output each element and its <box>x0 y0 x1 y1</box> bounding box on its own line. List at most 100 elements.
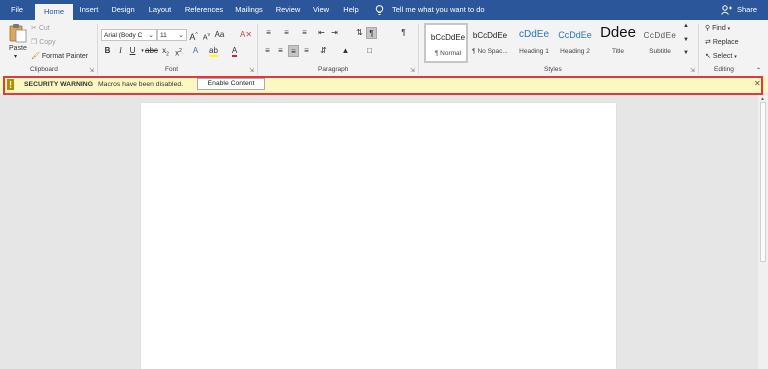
shrink-font-button[interactable]: Av <box>201 29 212 41</box>
style-normal[interactable]: bCcDdEe ¶ Normal <box>424 23 468 63</box>
numbering-icon[interactable]: ≡ <box>281 27 292 39</box>
tab-insert[interactable]: Insert <box>75 0 103 20</box>
justify-icon[interactable]: ≡ <box>301 45 312 57</box>
collapse-ribbon-icon[interactable]: ⌃ <box>756 67 761 74</box>
sort-icon[interactable]: ⇅ <box>354 27 365 39</box>
tab-mailings[interactable]: Mailings <box>232 0 266 20</box>
strikethrough-button[interactable]: abc <box>145 45 158 57</box>
tab-review[interactable]: Review <box>274 0 302 20</box>
paragraph-group-label: Paragraph <box>318 66 349 73</box>
format-painter-label: Format Painter <box>41 53 89 60</box>
paste-dropdown-icon[interactable]: ▾ <box>14 53 17 60</box>
tell-me-text: Tell me what you want to do <box>392 5 485 14</box>
paragraph-launcher-icon[interactable]: ⇲ <box>410 67 415 74</box>
bullets-icon[interactable]: ≡ <box>263 27 274 39</box>
tab-file[interactable]: File <box>4 0 30 20</box>
superscript-button[interactable]: x2 <box>173 45 184 58</box>
align-left-icon[interactable]: ≡ <box>262 45 273 57</box>
tab-design[interactable]: Design <box>108 0 138 20</box>
cut-button[interactable]: ✂ Cut <box>31 24 50 32</box>
style-heading-1-preview: cDdEe <box>518 29 549 40</box>
tab-help[interactable]: Help <box>340 0 362 20</box>
font-group-label: Font <box>165 66 179 73</box>
font-color-icon[interactable]: A <box>229 45 240 57</box>
editing-group-label: Editing <box>714 66 734 73</box>
copy-icon: ❐ <box>31 39 38 46</box>
find-label: Find <box>712 25 726 32</box>
align-center-icon[interactable]: ≡ <box>275 45 286 57</box>
ribbon-home: Paste ▾ ✂ Cut ❐ Copy 🖌 Format Painter Cl… <box>0 20 768 77</box>
chevron-up-icon[interactable]: ▲ <box>683 23 689 29</box>
replace-button[interactable]: ⇄ Replace <box>705 38 739 46</box>
share-label: Share <box>737 5 758 14</box>
style-heading-2[interactable]: CcDdEe Heading 2 <box>553 23 597 63</box>
style-normal-preview: bCcDdEe <box>430 33 466 42</box>
tab-references[interactable]: References <box>182 0 226 20</box>
highlight-outline <box>3 76 763 95</box>
clipboard-launcher-icon[interactable]: ⇲ <box>89 67 94 74</box>
copy-button[interactable]: ❐ Copy <box>31 38 56 46</box>
clipboard-group-label: Clipboard <box>30 66 58 73</box>
select-button[interactable]: ↖ Select ▾ <box>705 52 737 60</box>
increase-indent-icon[interactable]: ⇥ <box>329 27 340 39</box>
shading-icon[interactable]: ▲ <box>340 45 351 57</box>
style-title-name: Title <box>611 48 625 55</box>
paragraph-mark-icon[interactable]: ¶ <box>398 27 409 39</box>
change-case-button[interactable]: Aa <box>214 29 225 41</box>
font-name-value: Arial (Body C <box>104 32 143 39</box>
format-painter-button[interactable]: 🖌 Format Painter <box>31 52 88 60</box>
subscript-button[interactable]: x2 <box>160 45 171 58</box>
style-subtitle-name: Subtitle <box>649 48 671 55</box>
tab-layout[interactable]: Layout <box>144 0 176 20</box>
grow-font-button[interactable]: A^ <box>188 29 199 42</box>
align-right-icon[interactable]: ≡ <box>288 45 299 57</box>
style-title[interactable]: Ddee Title <box>596 23 640 63</box>
select-label: Select <box>712 53 733 60</box>
style-heading-1[interactable]: cDdEe Heading 1 <box>512 23 556 63</box>
scrollbar-thumb[interactable] <box>760 102 766 262</box>
show-hide-formatting-icon[interactable]: ¶ <box>366 27 377 39</box>
document-page[interactable] <box>141 103 616 369</box>
styles-launcher-icon[interactable]: ⇲ <box>690 67 695 74</box>
clear-formatting-icon[interactable]: A✕ <box>240 29 252 41</box>
style-title-preview: Ddee <box>600 24 636 41</box>
paste-label: Paste <box>9 45 27 52</box>
separator <box>257 24 258 74</box>
style-no-spacing[interactable]: bCcDdEe ¶ No Spac... <box>468 23 512 63</box>
tell-me-search[interactable]: Tell me what you want to do <box>375 0 485 20</box>
style-no-spacing-name: ¶ No Spac... <box>472 48 508 55</box>
replace-label: Replace <box>712 39 739 46</box>
tab-home[interactable]: Home <box>35 2 73 22</box>
styles-group-label: Styles <box>544 66 562 73</box>
style-subtitle[interactable]: CcDdEe Subtitle <box>638 23 682 63</box>
font-name-combo[interactable]: Arial (Body C ⌄ <box>101 29 157 41</box>
decrease-indent-icon[interactable]: ⇤ <box>316 27 327 39</box>
highlight-color-icon[interactable]: ab <box>208 45 219 57</box>
replace-icon: ⇄ <box>705 39 711 46</box>
copy-label: Copy <box>39 39 56 46</box>
line-spacing-icon[interactable]: ⇵ <box>318 45 329 57</box>
font-launcher-icon[interactable]: ⇲ <box>249 67 254 74</box>
scissors-icon: ✂ <box>31 25 37 32</box>
bold-button[interactable]: B <box>102 45 113 57</box>
font-size-combo[interactable]: 11 ⌄ <box>157 29 187 41</box>
italic-button[interactable]: I <box>115 45 126 57</box>
chevron-down-icon[interactable]: ▼ <box>683 37 689 43</box>
style-heading-2-preview: CcDdEe <box>558 30 592 40</box>
multilevel-list-icon[interactable]: ≡ <box>299 27 310 39</box>
chevron-down-icon: ⌄ <box>148 32 154 39</box>
tab-view[interactable]: View <box>310 0 332 20</box>
more-styles-icon[interactable]: ▼ <box>683 50 689 56</box>
share-button[interactable]: Share <box>721 0 757 20</box>
person-icon <box>721 5 732 15</box>
chevron-down-icon: ⌄ <box>178 32 184 39</box>
style-normal-name: ¶ Normal <box>434 50 462 57</box>
paintbrush-icon: 🖌 <box>31 53 40 60</box>
chevron-down-icon: ▾ <box>734 54 737 60</box>
style-heading-1-name: Heading 1 <box>519 48 549 55</box>
text-effects-icon[interactable]: A <box>190 45 201 57</box>
paste-icon <box>9 24 27 43</box>
find-button[interactable]: ⚲ Find ▾ <box>705 24 730 32</box>
borders-icon[interactable]: □ <box>364 45 375 57</box>
search-icon: ⚲ <box>705 25 711 32</box>
